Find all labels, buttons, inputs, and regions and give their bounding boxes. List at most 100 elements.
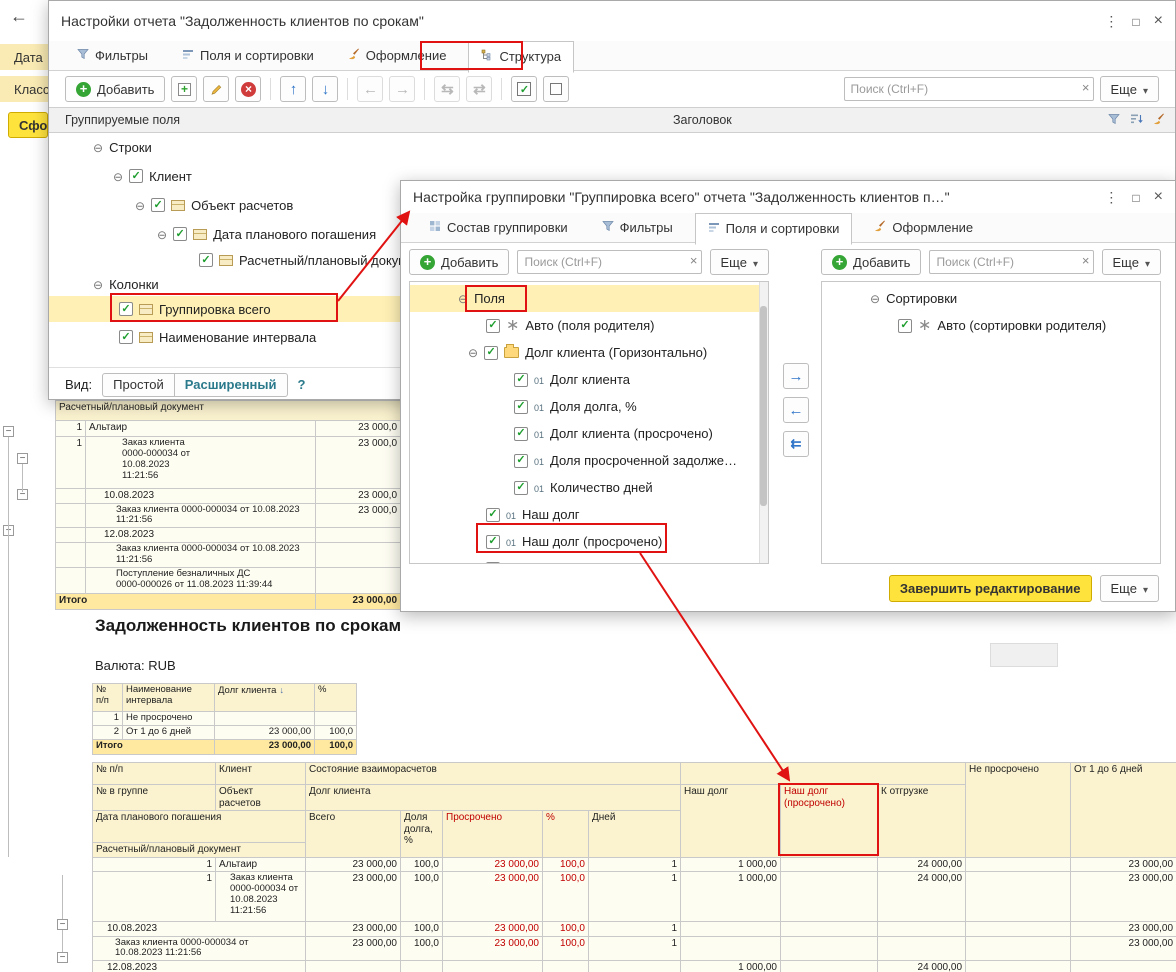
uncheck-all-button[interactable] bbox=[543, 76, 569, 102]
maximize-icon[interactable] bbox=[1132, 13, 1139, 29]
close-icon[interactable] bbox=[1154, 12, 1163, 30]
collapse-icon[interactable] bbox=[135, 198, 145, 213]
checkbox[interactable] bbox=[486, 508, 500, 522]
header-sort-icon[interactable] bbox=[1130, 113, 1143, 128]
checkbox[interactable] bbox=[119, 302, 133, 316]
checkbox[interactable] bbox=[173, 227, 187, 241]
tab-filters[interactable]: Фильтры bbox=[590, 213, 685, 243]
check-all-button[interactable] bbox=[511, 76, 537, 102]
checkbox[interactable] bbox=[514, 454, 528, 468]
checkbox[interactable] bbox=[486, 319, 500, 333]
list-item-our-debt[interactable]: Наш долг bbox=[410, 501, 768, 528]
tab-fields-sorting[interactable]: Поля и сортировки bbox=[695, 213, 853, 245]
collapse-icon[interactable] bbox=[458, 291, 468, 306]
view-extended-button[interactable]: Расширенный bbox=[175, 373, 288, 397]
add-button[interactable]: Добавить bbox=[65, 76, 165, 102]
sorting-root-row[interactable]: Сортировки bbox=[822, 285, 1160, 312]
group-expander[interactable] bbox=[17, 453, 28, 464]
group-expander[interactable] bbox=[57, 952, 68, 963]
checkbox[interactable] bbox=[514, 400, 528, 414]
tab-fields-sorting[interactable]: Поля и сортировки bbox=[170, 41, 326, 71]
clear-search-icon[interactable] bbox=[1082, 253, 1090, 268]
group-expander[interactable] bbox=[57, 919, 68, 930]
add-copy-button[interactable] bbox=[171, 76, 197, 102]
collapse-icon[interactable] bbox=[157, 227, 167, 242]
list-item-client-debt[interactable]: Долг клиента bbox=[410, 366, 768, 393]
fields-root-row[interactable]: Поля bbox=[410, 285, 768, 312]
tab-appearance[interactable]: Оформление bbox=[336, 41, 459, 71]
help-link[interactable]: ? bbox=[298, 377, 306, 392]
more-button[interactable]: Еще bbox=[710, 249, 769, 275]
move-down-button[interactable]: ↓ bbox=[312, 76, 338, 102]
generate-report-button[interactable]: Сфор bbox=[8, 112, 48, 138]
collapse-icon[interactable] bbox=[870, 291, 880, 306]
checkbox[interactable] bbox=[486, 535, 500, 549]
list-item-client-debt-overdue[interactable]: Долг клиента (просрочено) bbox=[410, 420, 768, 447]
arrow-left-icon: ← bbox=[789, 402, 804, 419]
add-button[interactable]: Добавить bbox=[821, 249, 921, 275]
list-item-days-count[interactable]: Количество дней bbox=[410, 474, 768, 501]
back-icon[interactable] bbox=[10, 6, 28, 27]
window-menu-icon[interactable] bbox=[1104, 189, 1118, 206]
tab-grouping-content[interactable]: Состав группировки bbox=[417, 213, 580, 243]
checkbox[interactable] bbox=[119, 330, 133, 344]
tab-filters[interactable]: Фильтры bbox=[65, 41, 160, 71]
header-filter-icon[interactable] bbox=[1108, 113, 1120, 128]
move-left-button[interactable]: ← bbox=[357, 76, 383, 102]
more-button[interactable]: Еще bbox=[1102, 249, 1161, 275]
header-brush-icon[interactable] bbox=[1153, 113, 1165, 128]
list-item-auto[interactable]: Авто (поля родителя) bbox=[410, 312, 768, 339]
more-button[interactable]: Еще bbox=[1100, 575, 1159, 602]
edit-button[interactable] bbox=[203, 76, 229, 102]
window-menu-icon[interactable] bbox=[1104, 13, 1118, 30]
collapse-icon[interactable] bbox=[93, 140, 103, 155]
checkbox[interactable] bbox=[151, 198, 165, 212]
checkbox[interactable] bbox=[486, 562, 500, 565]
list-item-debt-share[interactable]: Доля долга, % bbox=[410, 393, 768, 420]
cell: 1 000,00 bbox=[681, 872, 781, 922]
collapse-icon[interactable] bbox=[468, 345, 478, 360]
more-button[interactable]: Еще bbox=[1100, 76, 1159, 102]
tab-structure[interactable]: Структура bbox=[468, 41, 574, 73]
add-button[interactable]: Добавить bbox=[409, 249, 509, 275]
scrollbar-thumb[interactable] bbox=[760, 306, 767, 506]
checkbox[interactable] bbox=[129, 169, 143, 183]
group-button[interactable]: ⇆ bbox=[434, 76, 460, 102]
move-up-button[interactable]: ↑ bbox=[280, 76, 306, 102]
column-grouping-fields[interactable]: Группируемые поля bbox=[49, 113, 180, 127]
scrollbar[interactable] bbox=[759, 282, 768, 563]
checkbox[interactable] bbox=[514, 373, 528, 387]
checkbox[interactable] bbox=[484, 346, 498, 360]
view-simple-button[interactable]: Простой bbox=[102, 373, 175, 397]
column-title[interactable]: Заголовок bbox=[673, 113, 732, 127]
move-all-to-available-button[interactable]: ⇇ bbox=[783, 431, 809, 457]
move-to-selected-button[interactable]: → bbox=[783, 363, 809, 389]
checkbox[interactable] bbox=[898, 319, 912, 333]
list-item-debt-group[interactable]: Долг клиента (Горизонтально) bbox=[410, 339, 768, 366]
tab-appearance[interactable]: Оформление bbox=[862, 213, 985, 243]
search-input[interactable] bbox=[929, 250, 1093, 274]
close-icon[interactable] bbox=[1154, 188, 1163, 206]
checkbox[interactable] bbox=[514, 481, 528, 495]
list-item-to-ship[interactable]: К отгрузке bbox=[410, 555, 768, 564]
clear-search-icon[interactable] bbox=[690, 253, 698, 268]
list-item-our-debt-overdue[interactable]: Наш долг (просрочено) bbox=[410, 528, 768, 555]
collapse-icon[interactable] bbox=[93, 277, 103, 292]
group-expander[interactable] bbox=[3, 426, 14, 437]
sort-descending-icon[interactable] bbox=[279, 685, 284, 695]
list-item-overdue-share[interactable]: Доля просроченной задолже… bbox=[410, 447, 768, 474]
clear-search-icon[interactable] bbox=[1082, 80, 1090, 95]
ungroup-button[interactable]: ⇄ bbox=[466, 76, 492, 102]
checkbox[interactable] bbox=[514, 427, 528, 441]
list-item-auto-sorting[interactable]: Авто (сортировки родителя) bbox=[822, 312, 1160, 339]
move-to-available-button[interactable]: ← bbox=[783, 397, 809, 423]
search-input[interactable] bbox=[844, 77, 1094, 101]
delete-button[interactable] bbox=[235, 76, 261, 102]
checkbox[interactable] bbox=[199, 253, 213, 267]
maximize-icon[interactable] bbox=[1132, 189, 1139, 205]
finish-editing-button[interactable]: Завершить редактирование bbox=[889, 575, 1092, 602]
move-right-button[interactable]: → bbox=[389, 76, 415, 102]
collapse-icon[interactable] bbox=[113, 169, 123, 184]
search-input[interactable] bbox=[517, 250, 701, 274]
tree-row-rows[interactable]: Строки bbox=[49, 134, 1175, 160]
